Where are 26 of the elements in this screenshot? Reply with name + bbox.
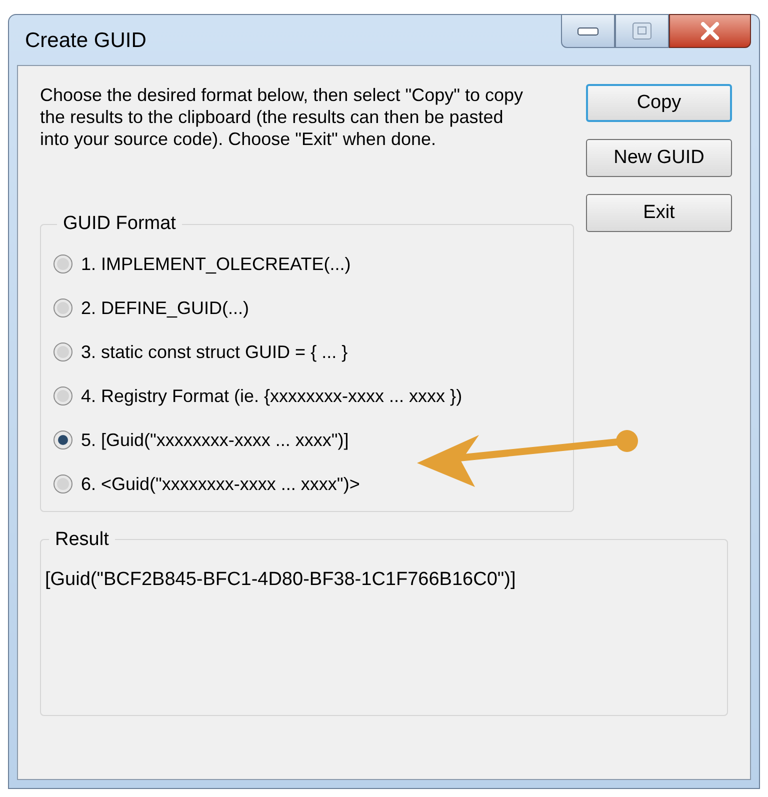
- window-title: Create GUID: [25, 28, 146, 54]
- radio-label: 3. static const struct GUID = { ... }: [81, 340, 348, 362]
- result-text: [Guid("BCF2B845-BFC1-4D80-BF38-1C1F766B16C0")]: [45, 568, 517, 592]
- maximize-button[interactable]: [615, 14, 669, 48]
- radio-button[interactable]: [53, 254, 73, 274]
- radio-button[interactable]: [53, 342, 73, 362]
- dialog-button[interactable]: Copy: [586, 84, 732, 122]
- maximize-icon: [632, 22, 652, 40]
- minimize-icon: [577, 26, 599, 36]
- radio-button[interactable]: [53, 474, 73, 494]
- radio-label: 4. Registry Format (ie. {xxxxxxxx-xxxx ... xxxx }): [81, 384, 462, 406]
- instructions-text: Choose the desired format below, then select "Copy" to copy the results to the clipboard (the results can then be pasted into your source code). Choose "Exit" when done.: [40, 84, 524, 150]
- group-title: GUID Format: [62, 212, 177, 236]
- dialog-button[interactable]: New GUID: [586, 139, 732, 177]
- radio-button[interactable]: [53, 386, 73, 406]
- close-icon: [700, 22, 720, 40]
- radio-label: 6. <Guid("xxxxxxxx-xxxx ... xxxx")>: [81, 472, 360, 494]
- close-button[interactable]: [669, 14, 751, 48]
- radio-label: 2. DEFINE_GUID(...): [81, 296, 250, 318]
- radio-button[interactable]: [53, 430, 73, 450]
- minimize-button[interactable]: [561, 14, 615, 48]
- dialog-button[interactable]: Exit: [586, 194, 732, 232]
- radio-label: 1. IMPLEMENT_OLECREATE(...): [81, 252, 351, 274]
- group-title: Result: [54, 528, 110, 552]
- radio-label: 5. [Guid("xxxxxxxx-xxxx ... xxxx")]: [81, 428, 349, 450]
- radio-button[interactable]: [53, 298, 73, 318]
